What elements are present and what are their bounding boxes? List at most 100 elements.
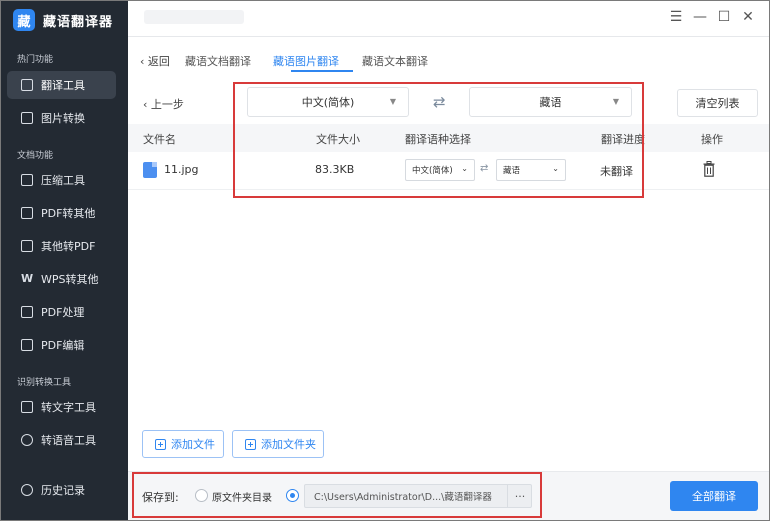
save-to-label: 保存到: bbox=[142, 491, 179, 504]
image-convert-icon bbox=[21, 112, 33, 124]
browse-button[interactable]: ··· bbox=[507, 484, 532, 508]
radio-custom-path[interactable] bbox=[286, 489, 299, 502]
previous-step-button[interactable]: ‹ 上一步 bbox=[143, 96, 184, 112]
text-tool-icon bbox=[21, 401, 33, 413]
tab-bar: ‹ 返回 藏语文档翻译 藏语图片翻译 藏语文本翻译 bbox=[128, 41, 769, 75]
clear-list-button[interactable]: 清空列表 bbox=[677, 89, 758, 117]
section-title-hot: 热门功能 bbox=[17, 55, 54, 65]
app-window: 藏 藏语翻译器 热门功能 翻译工具 图片转换 文档功能 压缩工具 PDF转其他 … bbox=[0, 0, 770, 521]
sidebar-item-compress[interactable]: 压缩工具 bbox=[7, 166, 116, 194]
voice-tool-icon bbox=[21, 434, 33, 446]
image-file-icon bbox=[143, 162, 157, 178]
swap-language-icon[interactable]: ⇄ bbox=[433, 93, 446, 111]
sidebar-item-label: 历史记录 bbox=[41, 484, 85, 497]
save-path-field[interactable]: C:\Users\Administrator\D...\藏语翻译器 bbox=[304, 484, 532, 508]
sidebar-item-label: 翻译工具 bbox=[41, 79, 85, 92]
compress-icon bbox=[21, 174, 33, 186]
tab-doc-translate[interactable]: 藏语文档翻译 bbox=[185, 53, 251, 69]
minimize-button[interactable]: — bbox=[691, 9, 709, 25]
table-row: 11.jpg 83.3KB 中文(简体) ⌄ ⇄ 藏语 ⌄ 未翻译 bbox=[128, 152, 769, 190]
sidebar-item-wps-to-other[interactable]: W WPS转其他 bbox=[7, 265, 116, 293]
source-language-value: 中文(简体) bbox=[301, 96, 355, 109]
file-size: 83.3KB bbox=[315, 163, 355, 176]
logo-icon: 藏 bbox=[13, 9, 35, 31]
add-file-label: 添加文件 bbox=[171, 438, 215, 451]
menu-icon[interactable]: ☰ bbox=[667, 9, 685, 25]
chevron-left-icon: ‹ bbox=[140, 55, 148, 68]
save-path-value: C:\Users\Administrator\D...\藏语翻译器 bbox=[314, 492, 492, 503]
history-icon bbox=[21, 484, 33, 496]
previous-step-label: 上一步 bbox=[150, 98, 184, 111]
app-title: 藏语翻译器 bbox=[43, 14, 114, 30]
translate-icon bbox=[21, 79, 33, 91]
chevron-left-icon: ‹ bbox=[143, 98, 151, 111]
sidebar-item-translate[interactable]: 翻译工具 bbox=[7, 71, 116, 99]
row-target-language-value: 藏语 bbox=[503, 166, 521, 176]
column-header-size: 文件大小 bbox=[316, 133, 360, 146]
add-folder-label: 添加文件夹 bbox=[261, 438, 316, 451]
sidebar-item-voice-tool[interactable]: 转语音工具 bbox=[7, 426, 116, 454]
pdf-icon bbox=[21, 207, 33, 219]
column-header-name: 文件名 bbox=[143, 133, 176, 146]
sidebar: 藏 藏语翻译器 热门功能 翻译工具 图片转换 文档功能 压缩工具 PDF转其他 … bbox=[1, 1, 128, 520]
sidebar-item-label: 转语音工具 bbox=[41, 434, 96, 447]
pdf-process-icon bbox=[21, 306, 33, 318]
close-button[interactable]: ✕ bbox=[739, 9, 757, 25]
sidebar-item-label: PDF处理 bbox=[41, 306, 85, 319]
tab-text-translate[interactable]: 藏语文本翻译 bbox=[362, 53, 428, 69]
app-logo: 藏 藏语翻译器 bbox=[13, 9, 113, 31]
sidebar-item-history[interactable]: 历史记录 bbox=[7, 476, 116, 504]
sidebar-item-text-tool[interactable]: 转文字工具 bbox=[7, 393, 116, 421]
add-file-icon bbox=[155, 438, 166, 450]
add-folder-button[interactable]: 添加文件夹 bbox=[232, 430, 324, 458]
tab-image-translate[interactable]: 藏语图片翻译 bbox=[273, 53, 339, 69]
radio-original-folder-label: 原文件夹目录 bbox=[212, 493, 272, 504]
save-bar: 保存到: 原文件夹目录 C:\Users\Administrator\D...\… bbox=[128, 471, 769, 520]
pdf-edit-icon bbox=[21, 339, 33, 351]
add-folder-icon bbox=[245, 438, 256, 450]
target-language-value: 藏语 bbox=[539, 96, 562, 109]
sidebar-item-image-convert[interactable]: 图片转换 bbox=[7, 104, 116, 132]
back-button[interactable]: ‹ 返回 bbox=[140, 53, 170, 69]
file-name: 11.jpg bbox=[164, 163, 199, 176]
maximize-button[interactable]: ☐ bbox=[715, 9, 733, 25]
translate-status: 未翻译 bbox=[600, 165, 633, 178]
sidebar-item-label: 其他转PDF bbox=[41, 240, 96, 253]
sidebar-item-label: PDF编辑 bbox=[41, 339, 85, 352]
section-title-recognition: 识别转换工具 bbox=[17, 378, 72, 388]
chevron-down-icon: ▼ bbox=[389, 97, 396, 106]
section-title-doc: 文档功能 bbox=[17, 151, 54, 161]
row-target-language-select[interactable]: 藏语 ⌄ bbox=[496, 159, 566, 181]
translate-all-button[interactable]: 全部翻译 bbox=[670, 481, 758, 511]
trash-icon[interactable] bbox=[703, 161, 715, 177]
title-placeholder bbox=[144, 10, 244, 24]
sidebar-item-label: 图片转换 bbox=[41, 112, 85, 125]
sidebar-item-other-to-pdf[interactable]: 其他转PDF bbox=[7, 232, 116, 260]
column-header-language: 翻译语种选择 bbox=[405, 133, 471, 146]
sidebar-item-label: PDF转其他 bbox=[41, 207, 96, 220]
add-file-button[interactable]: 添加文件 bbox=[142, 430, 224, 458]
row-swap-icon[interactable]: ⇄ bbox=[480, 163, 488, 174]
chevron-down-icon: ▼ bbox=[612, 97, 619, 106]
pdf-icon bbox=[21, 240, 33, 252]
sidebar-item-pdf-edit[interactable]: PDF编辑 bbox=[7, 331, 116, 359]
chevron-down-icon: ⌄ bbox=[552, 164, 559, 173]
source-language-select[interactable]: 中文(简体) ▼ bbox=[247, 87, 409, 117]
title-bar: ☰ — ☐ ✕ bbox=[128, 1, 769, 37]
row-source-language-select[interactable]: 中文(简体) ⌄ bbox=[405, 159, 475, 181]
back-label: 返回 bbox=[147, 55, 170, 68]
row-source-language-value: 中文(简体) bbox=[412, 166, 453, 176]
column-header-ops: 操作 bbox=[701, 133, 723, 146]
target-language-select[interactable]: 藏语 ▼ bbox=[469, 87, 632, 117]
sidebar-item-label: 压缩工具 bbox=[41, 174, 85, 187]
sidebar-item-pdf-process[interactable]: PDF处理 bbox=[7, 298, 116, 326]
radio-original-folder[interactable] bbox=[195, 489, 208, 502]
active-tab-indicator bbox=[291, 70, 353, 72]
wps-icon: W bbox=[21, 272, 34, 285]
chevron-down-icon: ⌄ bbox=[461, 164, 468, 173]
column-header-progress: 翻译进度 bbox=[601, 133, 645, 146]
sidebar-item-label: 转文字工具 bbox=[41, 401, 96, 414]
file-table-header: 文件名 文件大小 翻译语种选择 翻译进度 操作 bbox=[128, 124, 769, 152]
sidebar-item-label: WPS转其他 bbox=[41, 273, 99, 286]
sidebar-item-pdf-to-other[interactable]: PDF转其他 bbox=[7, 199, 116, 227]
